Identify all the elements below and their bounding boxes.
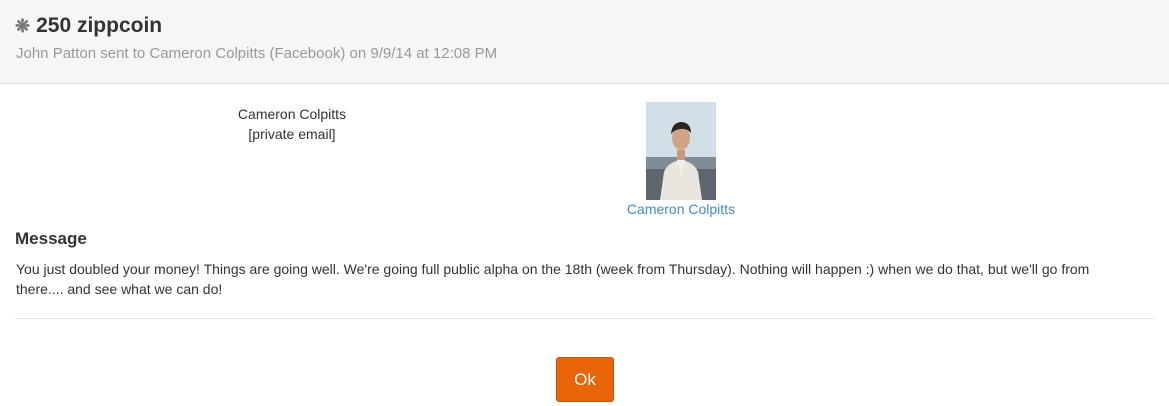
header: ❋ 250 zippcoin John Patton sent to Camer… <box>0 0 1169 84</box>
recipient-name: Cameron Colpitts <box>237 106 347 122</box>
message-heading: Message <box>15 229 87 248</box>
page-title: 250 zippcoin <box>36 14 163 37</box>
divider <box>15 318 1155 319</box>
ok-button[interactable]: Ok <box>556 357 614 402</box>
message-body: You just doubled your money! Things are … <box>16 261 1090 297</box>
avatar-photo <box>646 102 716 200</box>
transaction-subtitle: John Patton sent to Cameron Colpitts (Fa… <box>16 45 498 62</box>
avatar[interactable] <box>646 102 716 200</box>
recipient-email: [private email] <box>248 126 336 142</box>
recipient-info: Cameron Colpitts [private email] <box>190 104 394 144</box>
profile-name-link[interactable]: Cameron Colpitts <box>616 201 746 218</box>
title-row: ❋ 250 zippcoin <box>15 12 162 40</box>
asterisk-icon: ❋ <box>15 16 31 36</box>
profile-card: Cameron Colpitts <box>616 102 746 218</box>
